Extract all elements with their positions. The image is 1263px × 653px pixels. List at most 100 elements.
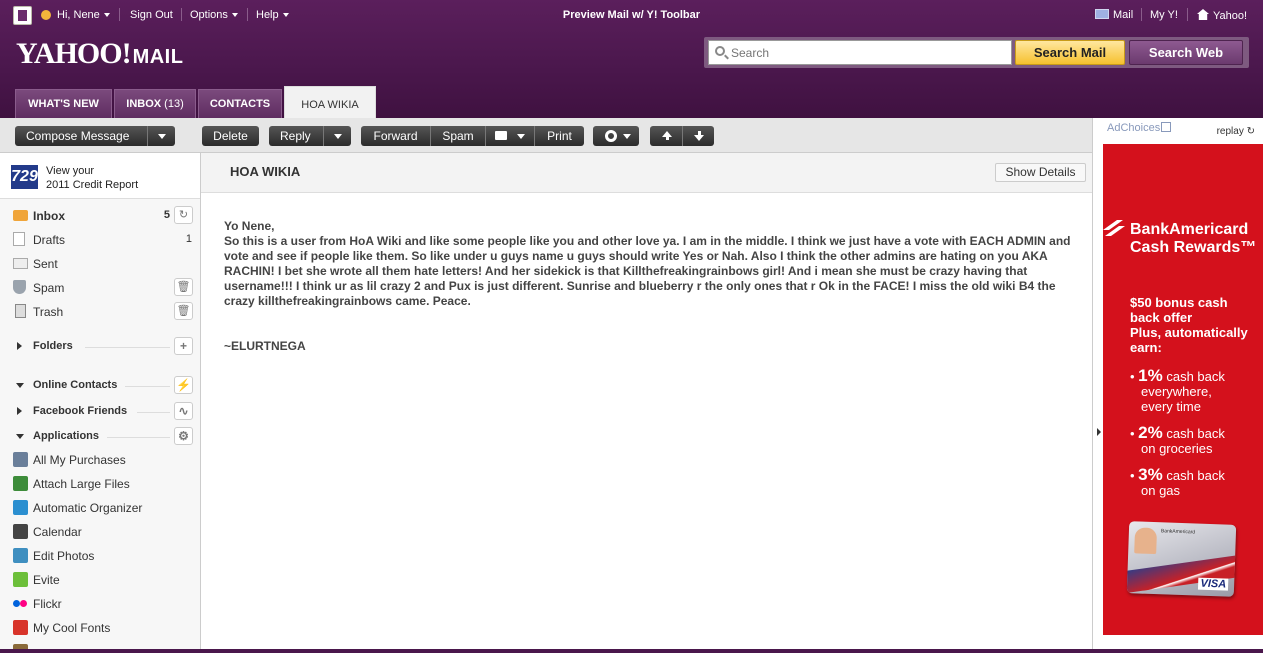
app-evite[interactable]: Evite [0,569,200,591]
bank-name-line: Cash Rewards™ [1130,239,1257,256]
adchoices-link[interactable]: AdChoices [1107,122,1172,134]
bullet-text: on gas [1141,483,1181,498]
bottom-bar [0,649,1263,653]
app-attach-large-files[interactable]: Attach Large Files [0,473,200,495]
app-label: All My Purchases [33,453,126,467]
sidebar-item-trash[interactable]: Trash 🗑 [0,301,200,323]
tab-inbox[interactable]: INBOX (13) [114,89,196,118]
chevron-down-icon[interactable] [323,126,351,146]
yahoo-mail-logo[interactable]: YAHOO! MAIL [16,37,183,71]
forward-button[interactable]: Forward [361,126,430,146]
credit-card-image: BankAmericard VISA [1126,521,1237,597]
app-label: Automatic Organizer [33,501,143,515]
folder-count: 5 [163,209,170,221]
tab-whats-new[interactable]: WHAT'S NEW [15,89,112,118]
message-body: Yo Nene, So this is a user from HoA Wiki… [224,219,1074,309]
photo-icon [13,548,28,563]
delete-button[interactable]: Delete [202,126,259,146]
adchoices-label: AdChoices [1107,122,1161,134]
tab-contacts[interactable]: CONTACTS [198,89,282,118]
my-yahoo-link[interactable]: My Y! [1150,9,1178,21]
fonts-icon [13,620,28,635]
sidebar-item-sent[interactable]: Sent [0,253,200,275]
yahoo-link-label: Yahoo! [1213,10,1248,22]
inbox-icon [13,210,28,221]
refresh-icon[interactable]: ↻ [174,206,193,224]
bullet-percent: 1% [1138,366,1163,385]
sidebar-item-spam[interactable]: Spam 🗑 [0,277,200,299]
app-automatic-organizer[interactable]: Automatic Organizer [0,497,200,519]
bullet-percent: 3% [1138,465,1163,484]
empty-trash-icon[interactable]: 🗑 [174,302,193,320]
settings-button[interactable] [593,126,639,146]
sidebar-item-drafts[interactable]: Drafts 1 [0,229,200,251]
spam-button[interactable]: Spam [430,126,485,146]
chevron-down-icon[interactable] [147,126,175,146]
message-signature: ~ELURTNEGA [224,339,306,353]
action-button-group: Forward Spam Print [361,126,584,146]
compose-message-button[interactable]: Compose Message [15,126,175,146]
credit-report-promo[interactable]: 729 View your 2011 Credit Report [0,153,200,199]
app-edit-photos[interactable]: Edit Photos [0,545,200,567]
reply-button[interactable]: Reply [269,126,351,146]
gear-icon [605,130,617,142]
folders-section-header[interactable]: Folders + [0,335,200,357]
ad-collapse-handle[interactable] [1092,118,1103,653]
evite-icon [13,572,28,587]
card-photo [1134,527,1158,555]
message-toolbar: Compose Message Delete Reply Forward Spa… [0,118,1093,153]
mail-link[interactable]: Mail [1095,9,1133,21]
next-message-button[interactable] [682,126,714,146]
search-icon [715,46,725,56]
bullet-percent: 2% [1138,423,1163,442]
search-mail-button[interactable]: Search Mail [1015,40,1125,65]
add-folder-icon[interactable]: + [174,337,193,355]
search-input[interactable] [731,44,1007,62]
offer-line: $50 bonus cash [1130,295,1228,310]
bank-name-line: BankAmericard [1130,221,1249,238]
section-label: Online Contacts [33,379,118,391]
visa-logo: VISA [1198,577,1229,591]
organizer-icon [13,500,28,515]
app-my-cool-fonts[interactable]: My Cool Fonts [0,617,200,639]
paper-plane-icon [13,476,28,491]
show-details-button[interactable]: Show Details [995,163,1086,182]
app-all-my-purchases[interactable]: All My Purchases [0,449,200,471]
sidebar-item-inbox[interactable]: Inbox 5 ↻ [0,205,200,227]
previous-message-button[interactable] [650,126,682,146]
activity-icon[interactable]: ∿ [174,402,193,420]
sidebar: 729 View your 2011 Credit Report Inbox 5… [0,153,201,653]
yahoo-home-link[interactable]: Yahoo! [1197,9,1247,22]
empty-spam-icon[interactable]: 🗑 [174,278,193,296]
separator [1141,8,1142,21]
mail-link-label: Mail [1113,9,1134,21]
chevron-down-icon [16,383,24,388]
ad-bullet: • 2% cash back on groceries [1130,423,1225,456]
tab-hoa-wikia[interactable]: HOA WIKIA [284,86,376,119]
divider [107,437,170,438]
bank-flag-logo [1103,220,1125,236]
app-label: Evite [33,573,60,587]
messenger-icon[interactable]: ⚡ [174,376,193,394]
section-label: Applications [33,430,100,442]
move-button[interactable] [485,126,534,146]
credit-line: 2011 Credit Report [46,179,139,191]
message-text: So this is a user from HoA Wiki and like… [224,234,1071,308]
page-title[interactable]: Preview Mail w/ Y! Toolbar [0,9,1263,21]
app-label: Flickr [33,597,62,611]
message-subject: HOA WIKIA [230,164,301,179]
bullet-text: cash back [1162,426,1225,441]
advertisement[interactable]: AdChoices replay ↻ BankAmericard Cash Re… [1103,118,1263,635]
spam-icon [13,280,26,294]
search-web-button[interactable]: Search Web [1129,40,1243,65]
app-calendar[interactable]: Calendar [0,521,200,543]
facebook-friends-section-header[interactable]: Facebook Friends ∿ [0,400,200,422]
gear-icon[interactable]: ⚙ [174,427,193,445]
applications-section-header[interactable]: Applications ⚙ [0,425,200,447]
online-contacts-section-header[interactable]: Online Contacts ⚡ [0,374,200,396]
section-label: Folders [33,340,73,352]
replay-button[interactable]: replay ↻ [1217,126,1255,137]
print-button[interactable]: Print [534,126,584,146]
logo-brand: YAHOO! [16,37,132,70]
app-flickr[interactable]: Flickr [0,593,200,615]
